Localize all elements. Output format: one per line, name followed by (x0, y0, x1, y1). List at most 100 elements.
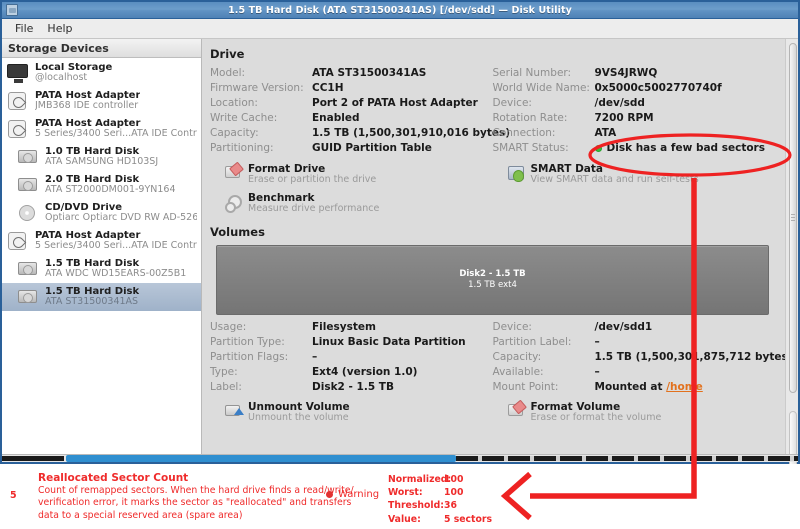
property-row: Available: – (493, 366, 776, 380)
action-subtitle: Unmount the volume (248, 412, 349, 424)
mount-point-link[interactable]: /home (666, 381, 703, 393)
sidebar-item-hard-disk-wdc[interactable]: 1.5 TB Hard Disk ATA WDC WD15EARS-00Z5B1 (2, 255, 201, 283)
window-title: 1.5 TB Hard Disk (ATA ST31500341AS) [/de… (228, 4, 572, 16)
window-body: Storage Devices Local Storage @localhost… (2, 39, 798, 471)
sidebar-item-sublabel: 5 Series/3400 Seri...ATA IDE Controller (35, 240, 197, 252)
property-value: ATA (594, 127, 617, 139)
warning-dot-icon (326, 491, 333, 498)
property-key: Partition Label: (492, 335, 572, 348)
property-value: ATA ST31500341AS (312, 67, 427, 79)
property-key: Write Cache: (210, 112, 278, 124)
property-row: Partitioning: GUID Partition Table (210, 142, 493, 156)
sidebar-item-local-storage[interactable]: Local Storage @localhost (2, 59, 201, 87)
value-key: Value: (388, 513, 421, 525)
hdd-icon (16, 174, 40, 196)
drive-actions-right: SMART Data View SMART data and run self-… (493, 163, 776, 221)
volume-bar[interactable]: Disk2 - 1.5 TB 1.5 TB ext4 (216, 244, 769, 315)
horizontal-scrollbar-thumb[interactable] (66, 455, 456, 462)
property-row: Partition Label: – (493, 336, 776, 350)
unmount-volume-icon (224, 402, 244, 420)
property-row: Write Cache: Enabled (210, 112, 493, 126)
volume-actions-right: Format Volume Erase or format the volume (493, 401, 776, 430)
sidebar-item-hard-disk-2tb[interactable]: 2.0 TB Hard Disk ATA ST2000DM001-9YN164 (2, 171, 201, 199)
main-pane: Drive Model: ATA ST31500341AS Firmware Ve… (202, 39, 785, 454)
value-key: Normalized: (388, 474, 452, 485)
sidebar-item-sublabel: 5 Series/3400 Seri...ATA IDE Controller (35, 128, 197, 140)
property-key: Model: (210, 67, 246, 79)
property-value: Mounted at /home (595, 381, 703, 393)
property-row: Device: /dev/sdd1 (493, 321, 776, 335)
scrollbar-grip-icon (791, 214, 795, 222)
unmount-volume-button[interactable]: Unmount Volume Unmount the volume (210, 401, 493, 424)
sidebar-item-sublabel: ATA SAMSUNG HD103SJ (45, 156, 159, 168)
value-key: Threshold: (388, 500, 444, 512)
property-key: Location: (210, 97, 258, 109)
sidebar-item-hard-disk-st31500341as[interactable]: 1.5 TB Hard Disk ATA ST31500341AS (2, 283, 201, 311)
drive-properties-left: Model: ATA ST31500341AS Firmware Version:… (210, 67, 510, 157)
property-row: Partition Flags: – (210, 351, 493, 365)
main-vertical-scrollbar[interactable] (785, 39, 798, 471)
attribute-id: 5 (10, 490, 17, 501)
hdd-icon (16, 146, 40, 168)
drive-properties: Model: ATA ST31500341AS Firmware Version:… (210, 67, 775, 157)
mount-point-row: Mount Point: Mounted at /home (493, 381, 776, 395)
drive-actions: Format Drive Erase or partition the driv… (210, 163, 775, 221)
hdd-icon (16, 286, 40, 308)
volume-properties-right: Device: /dev/sdd1 Partition Label: – Capac… (492, 321, 786, 396)
sidebar-item-cd-dvd-drive[interactable]: CD/DVD Drive Optiarc Optiarc DVD RW AD-5… (2, 199, 201, 227)
drive-section-title: Drive (210, 47, 245, 61)
property-key: Device: (492, 320, 532, 333)
property-key: Capacity: (492, 350, 542, 363)
property-row: Location: Port 2 of PATA Host Adapter (210, 97, 493, 111)
sidebar-item-sublabel: ATA ST2000DM001-9YN164 (45, 184, 176, 196)
attribute-assessment: Warning (326, 489, 379, 500)
adapter-icon (6, 90, 30, 112)
property-key: Device: (492, 97, 532, 109)
scrollbar-track-right (456, 456, 798, 461)
menu-item-help[interactable]: Help (40, 21, 79, 36)
smart-data-icon (507, 164, 525, 182)
attribute-description: Count of remapped sectors. When the hard… (38, 485, 354, 521)
sidebar-item-hard-disk-1tb[interactable]: 1.0 TB Hard Disk ATA SAMSUNG HD103SJ (2, 143, 201, 171)
format-drive-button[interactable]: Format Drive Erase or partition the driv… (210, 163, 493, 186)
storage-device-list: Local Storage @localhost PATA Host Adapt… (2, 58, 201, 454)
property-key: Partitioning: (210, 142, 274, 154)
format-volume-button[interactable]: Format Volume Erase or format the volume (493, 401, 776, 424)
property-row: Partition Type: Linux Basic Data Partitio… (210, 336, 493, 350)
sidebar-item-sublabel: ATA ST31500341AS (45, 296, 139, 308)
smart-attribute-row[interactable]: 5 Reallocated Sector Count Count of rema… (0, 464, 800, 529)
menu-item-file[interactable]: File (8, 21, 40, 36)
monitor-icon (6, 62, 30, 84)
property-value: Enabled (312, 112, 360, 124)
value-val: 100 (444, 487, 464, 499)
benchmark-button[interactable]: Benchmark Measure drive performance (210, 192, 493, 215)
property-value: Disk2 - 1.5 TB (312, 380, 394, 393)
property-key: Serial Number: (492, 67, 572, 79)
property-key: Capacity: (210, 127, 259, 139)
property-row: Usage: Filesystem (210, 321, 493, 335)
property-key: Available: (492, 365, 544, 378)
property-value: /dev/sdd1 (594, 320, 653, 333)
property-value: – (594, 335, 600, 348)
drive-properties-right: Serial Number: 9VS4JRWQ World Wide Name: 0… (493, 67, 776, 157)
value-key: Worst: (388, 487, 423, 499)
scrollbar-thumb-lower[interactable] (789, 411, 797, 471)
mount-prefix: Mounted at (594, 380, 667, 393)
sidebar-item-pata-host-adapter-2[interactable]: PATA Host Adapter 5 Series/3400 Seri...A… (2, 115, 201, 143)
volume-bar-label: Disk2 - 1.5 TB (459, 268, 526, 279)
volume-actions: Unmount Volume Unmount the volume Format… (210, 401, 775, 430)
disk-utility-window: 1.5 TB Hard Disk (ATA ST31500341AS) [/de… (0, 0, 800, 471)
action-subtitle: View SMART data and run self-tests (530, 174, 699, 186)
smart-data-button[interactable]: SMART Data View SMART data and run self-… (493, 163, 776, 186)
smart-attribute-panel: 5 Reallocated Sector Count Count of rema… (0, 464, 800, 529)
property-value: 1.5 TB (1,500,301,875,712 bytes) (594, 350, 786, 363)
sidebar-item-pata-host-adapter-1[interactable]: PATA Host Adapter JMB368 IDE controller (2, 87, 201, 115)
property-value: Filesystem (312, 320, 376, 333)
volumes-section-title: Volumes (210, 224, 265, 239)
sidebar-item-pata-host-adapter-3[interactable]: PATA Host Adapter 5 Series/3400 Seri...A… (2, 227, 201, 255)
value-row: Value: 5 sectors (388, 513, 492, 526)
property-value: Ext4 (version 1.0) (312, 365, 418, 378)
horizontal-scrollbar[interactable] (2, 454, 798, 462)
drive-actions-left: Format Drive Erase or partition the driv… (210, 163, 493, 221)
property-row: Connection: ATA (493, 127, 776, 141)
